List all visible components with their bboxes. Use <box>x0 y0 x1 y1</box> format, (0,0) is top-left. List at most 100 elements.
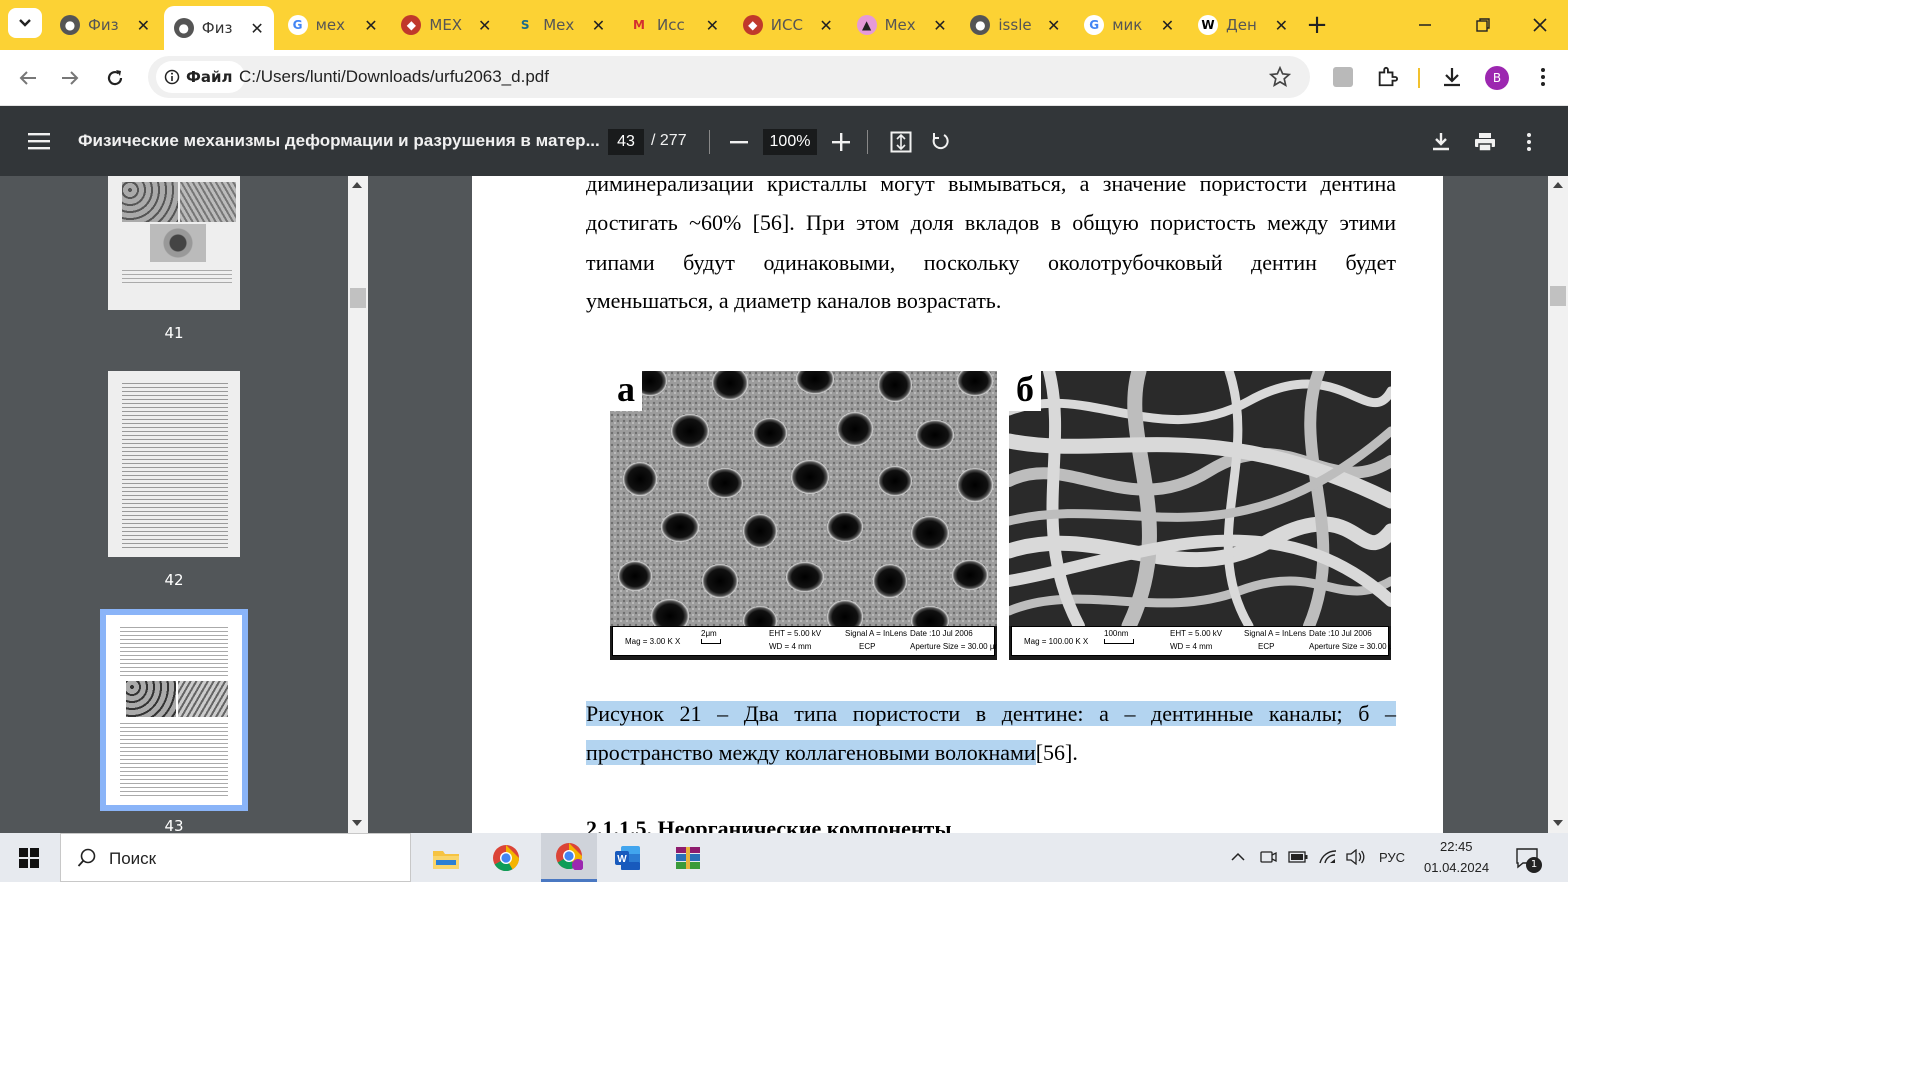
clock-time[interactable]: 22:45 <box>1440 839 1473 854</box>
chrome-menu-button[interactable] <box>1528 62 1558 92</box>
restore-button[interactable] <box>1468 10 1498 40</box>
bookmark-star-button[interactable] <box>1266 64 1294 90</box>
reload-button[interactable] <box>99 62 131 94</box>
more-actions-button[interactable] <box>1514 127 1544 157</box>
scale-bar <box>1104 639 1134 644</box>
tab-title: МЕХ <box>429 16 463 34</box>
downloads-button[interactable] <box>1437 62 1467 92</box>
tab-close-icon[interactable]: ✕ <box>1161 16 1174 35</box>
tab-close-icon[interactable]: ✕ <box>478 16 491 35</box>
start-button[interactable] <box>0 833 58 882</box>
extensions-button[interactable] <box>1372 62 1402 92</box>
tab-close-icon[interactable]: ✕ <box>706 16 719 35</box>
scroll-down-arrow[interactable] <box>1553 820 1563 826</box>
notification-center-button[interactable]: 1 <box>1510 841 1544 875</box>
tab-close-icon[interactable]: ✕ <box>933 16 946 35</box>
clock-date[interactable]: 01.04.2024 <box>1424 860 1489 875</box>
tab-1[interactable]: ● Физ ✕ <box>50 8 160 42</box>
tab-9[interactable]: ● issle ✕ <box>960 8 1070 42</box>
tab-7[interactable]: ◆ ИСС ✕ <box>733 8 843 42</box>
profile-avatar[interactable]: B <box>1485 66 1509 90</box>
arrow-right-icon <box>62 71 79 85</box>
sidebar-menu-button[interactable] <box>22 126 56 156</box>
scroll-up-arrow[interactable] <box>352 182 362 188</box>
tab-close-icon[interactable]: ✕ <box>137 16 150 35</box>
tab-2[interactable]: ● Физ ✕ <box>163 6 274 50</box>
scroll-down-arrow[interactable] <box>352 820 362 826</box>
thumbnail-page-42[interactable] <box>108 371 240 557</box>
tab-4[interactable]: ◆ МЕХ ✕ <box>391 8 501 42</box>
scroll-up-arrow[interactable] <box>1553 182 1563 188</box>
globe-icon: ● <box>970 15 991 35</box>
extension-puzzle-button[interactable] <box>1328 62 1358 92</box>
address-bar[interactable]: Файл C:/Users/lunti/Downloads/urfu2063_d… <box>148 56 1310 98</box>
tab-search-button[interactable] <box>8 8 42 38</box>
volume-icon[interactable] <box>1344 843 1368 871</box>
close-window-button[interactable] <box>1525 10 1555 40</box>
tab-title: Физ <box>201 19 233 37</box>
wifi-icon[interactable] <box>1316 843 1340 871</box>
zoom-input[interactable]: 100% <box>763 129 817 155</box>
thumbnail-image <box>122 182 178 222</box>
date-label: Date :10 Jul 2006 <box>910 629 973 638</box>
tab-5[interactable]: S Мех ✕ <box>505 8 615 42</box>
tubule-pore <box>707 468 743 498</box>
divider <box>709 130 710 154</box>
new-tab-button[interactable]: + <box>1302 10 1332 40</box>
minimize-button[interactable] <box>1410 10 1440 40</box>
tab-close-icon[interactable]: ✕ <box>250 19 263 38</box>
back-button[interactable] <box>12 62 44 94</box>
tab-close-icon[interactable]: ✕ <box>592 16 605 35</box>
download-pdf-button[interactable] <box>1426 127 1456 157</box>
caption-selected-text: Рисунок 21 – Два типа пористости в денти… <box>586 701 1396 726</box>
pdf-page: диминерализации кристаллы могут вымывать… <box>472 176 1443 833</box>
meet-now-icon[interactable] <box>1256 843 1280 871</box>
thumbnail-number: 42 <box>164 571 184 589</box>
battery-icon[interactable] <box>1286 843 1310 871</box>
language-indicator[interactable]: РУС <box>1379 850 1405 865</box>
chrome-profile-icon[interactable] <box>541 833 597 882</box>
thumbnail-page-43[interactable] <box>106 615 242 805</box>
page-number-input[interactable]: 43 <box>608 129 644 155</box>
taskbar-search-box[interactable]: Поиск <box>60 833 411 882</box>
tab-close-icon[interactable]: ✕ <box>1047 16 1060 35</box>
pdf-title: Физические механизмы деформации и разруш… <box>78 131 600 150</box>
scrollbar-thumb[interactable] <box>350 288 366 308</box>
forward-button[interactable] <box>54 62 86 94</box>
tab-11[interactable]: W Ден ✕ <box>1188 8 1298 42</box>
rotate-icon <box>932 133 949 150</box>
mag-label: Mag = 3.00 K X <box>625 637 681 646</box>
thumbnail-page-41[interactable] <box>108 176 240 310</box>
url-text[interactable]: C:/Users/lunti/Downloads/urfu2063_d.pdf <box>239 67 549 87</box>
tab-10[interactable]: Gмик ✕ <box>1074 8 1184 42</box>
wikipedia-icon: W <box>1198 15 1218 35</box>
word-icon[interactable]: W <box>603 833 653 882</box>
kebab-menu-icon <box>1541 68 1545 86</box>
document-scrollbar[interactable] <box>1548 176 1568 833</box>
tray-overflow-chevron-icon[interactable] <box>1226 843 1250 871</box>
rotate-button[interactable] <box>925 127 955 157</box>
tab-close-icon[interactable]: ✕ <box>1275 16 1288 35</box>
tab-6[interactable]: M Исс ✕ <box>619 8 729 42</box>
winrar-icon[interactable] <box>663 833 713 882</box>
site-info-badge[interactable]: Файл <box>156 61 245 93</box>
svg-text:W: W <box>617 854 627 865</box>
tab-close-icon[interactable]: ✕ <box>364 16 377 35</box>
chrome-icon[interactable] <box>481 833 531 882</box>
profile-initial: B <box>1492 71 1502 85</box>
tab-close-icon[interactable]: ✕ <box>819 16 832 35</box>
zoom-in-button[interactable] <box>826 127 856 157</box>
thumbnail-text-lines <box>122 270 232 284</box>
tab-title: issle <box>998 16 1032 34</box>
scrollbar-thumb[interactable] <box>1550 286 1566 306</box>
tab-3[interactable]: Gмех ✕ <box>278 8 388 42</box>
fit-page-button[interactable] <box>886 127 916 157</box>
sidebar-scrollbar[interactable] <box>348 176 368 833</box>
file-explorer-icon[interactable] <box>421 833 471 882</box>
scale-label: 2μm <box>701 629 717 638</box>
s-icon: S <box>520 18 530 32</box>
tab-title: Исс <box>657 16 685 34</box>
zoom-out-button[interactable] <box>724 127 754 157</box>
tab-8[interactable]: ▲ Мех ✕ <box>847 8 957 42</box>
print-button[interactable] <box>1470 127 1500 157</box>
